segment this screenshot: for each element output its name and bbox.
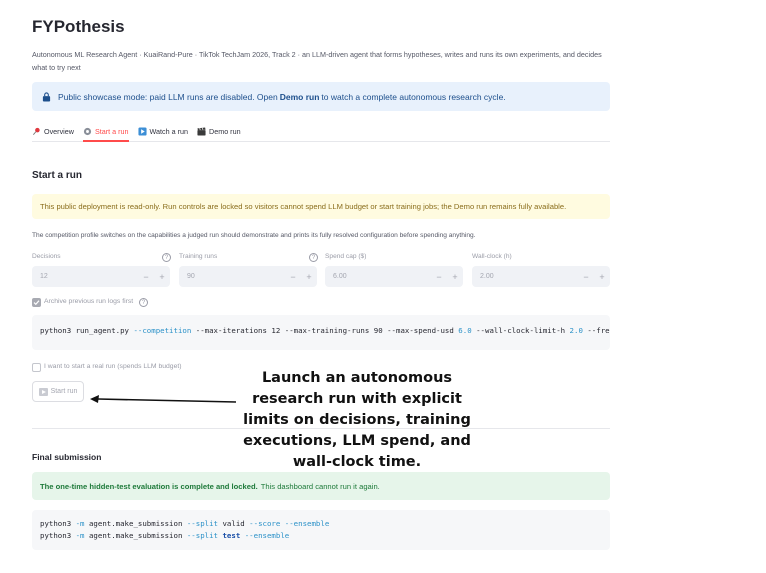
code-line: python3 -m agent.make_submission --split… — [40, 530, 602, 542]
lock-icon — [42, 91, 51, 101]
code-flag: --score — [249, 519, 281, 528]
code-text: --fre — [582, 326, 610, 335]
code-text: python3 — [40, 531, 76, 540]
spend-cap-stepper[interactable]: 6.00 − + — [325, 266, 463, 287]
pushpin-icon — [33, 127, 40, 135]
arrow-icon — [90, 395, 237, 403]
decisions-help-icon[interactable]: ? — [162, 253, 171, 262]
decisions-value[interactable]: 12 — [32, 273, 138, 280]
info-text-after: to watch a complete autonomous research … — [321, 91, 506, 102]
confirm-real-run-checkbox[interactable] — [32, 363, 41, 372]
code-text: python3 — [40, 519, 76, 528]
training-runs-help-icon[interactable]: ? — [309, 253, 318, 262]
code-flag: -m — [75, 531, 85, 540]
code-flag: --ensemble — [244, 531, 290, 540]
tab-label: Watch a run — [149, 127, 189, 136]
code-text: python3 run_agent.py — [40, 326, 134, 335]
archive-checkbox[interactable] — [32, 298, 41, 307]
code-text: agent.make_submission — [84, 519, 187, 528]
code-number: 2.0 — [569, 326, 583, 335]
code-flag: --ensemble — [284, 519, 330, 528]
code-text: valid — [218, 519, 250, 528]
final-submission-heading: Final submission — [32, 452, 102, 462]
start-run-heading: Start a run — [32, 170, 83, 181]
code-number: 6.0 — [458, 326, 472, 335]
code-flag: -m — [75, 519, 85, 528]
checkmark-icon — [33, 300, 40, 306]
start-run-label: Start run — [50, 388, 78, 395]
training-runs-stepper[interactable]: 90 − + — [179, 266, 317, 287]
section-divider — [32, 428, 610, 429]
annotation-callout: Launch an autonomous research run with e… — [243, 370, 471, 470]
increment-button[interactable]: + — [301, 272, 317, 282]
tab-bar: Overview Start a run Watch a run Demo ru… — [32, 122, 610, 142]
decrement-button[interactable]: − — [431, 272, 447, 282]
tab-start-a-run[interactable]: Start a run — [82, 122, 129, 142]
code-flag: --split — [186, 531, 219, 540]
tab-label: Demo run — [209, 127, 241, 136]
clapper-icon — [197, 127, 206, 136]
archive-help-icon[interactable]: ? — [139, 298, 148, 307]
code-line: python3 -m agent.make_submission --split… — [40, 518, 602, 530]
submission-code: python3 -m agent.make_submission --split… — [32, 510, 610, 550]
training-runs-value[interactable]: 90 — [179, 273, 285, 280]
code-keyword: test — [222, 531, 241, 540]
start-run-button[interactable]: Start run — [32, 381, 84, 402]
decrement-button[interactable]: − — [578, 272, 594, 282]
run-command-code: python3 run_agent.py --competition --max… — [32, 315, 610, 350]
code-text: --wall-clock-limit-h — [471, 326, 570, 335]
success-rest-text: This dashboard cannot run it again. — [260, 481, 380, 491]
decrement-button[interactable]: − — [285, 272, 301, 282]
tab-demo-run[interactable]: Demo run — [197, 122, 241, 141]
increment-button[interactable]: + — [447, 272, 463, 282]
spend-cap-label: Spend cap ($) — [325, 253, 367, 260]
increment-button[interactable]: + — [154, 272, 170, 282]
increment-button[interactable]: + — [594, 272, 610, 282]
wall-clock-label: Wall-clock (h) — [472, 253, 512, 260]
gear-icon — [83, 127, 92, 136]
tab-overview[interactable]: Overview — [32, 122, 74, 141]
final-success-banner: The one-time hidden-test evaluation is c… — [32, 472, 610, 500]
wall-clock-stepper[interactable]: 2.00 − + — [472, 266, 610, 287]
code-flag: --split — [186, 519, 219, 528]
decisions-stepper[interactable]: 12 − + — [32, 266, 170, 287]
info-text-before: Public showcase mode: paid LLM runs are … — [58, 91, 278, 102]
app-subtitle: Autonomous ML Research Agent · KuaiRand-… — [32, 50, 602, 72]
code-flag: --competition — [133, 326, 192, 335]
decrement-button[interactable]: − — [138, 272, 154, 282]
competition-help-text: The competition profile switches on the … — [32, 232, 476, 239]
tab-label: Overview — [44, 127, 74, 136]
code-text: --max-iterations 12 --max-training-runs … — [191, 326, 459, 335]
readonly-warning: This public deployment is read-only. Run… — [32, 194, 610, 219]
tab-label: Start a run — [94, 127, 129, 136]
training-runs-label: Training runs — [179, 253, 218, 260]
spend-cap-value[interactable]: 6.00 — [325, 273, 431, 280]
tab-watch-a-run[interactable]: Watch a run — [137, 122, 189, 141]
demo-run-link[interactable]: Demo run — [280, 92, 320, 102]
info-banner: Public showcase mode: paid LLM runs are … — [32, 82, 610, 111]
play-icon — [38, 387, 48, 396]
decisions-label: Decisions — [32, 253, 61, 260]
wall-clock-value[interactable]: 2.00 — [472, 273, 578, 280]
archive-label: Archive previous run logs first — [44, 298, 134, 305]
code-text: agent.make_submission — [84, 531, 187, 540]
success-bold-text: The one-time hidden-test evaluation is c… — [40, 481, 258, 491]
play-icon — [137, 127, 147, 136]
confirm-real-run-label: I want to start a real run (spends LLM b… — [44, 363, 182, 370]
app-title: FYPothesis — [32, 17, 125, 36]
